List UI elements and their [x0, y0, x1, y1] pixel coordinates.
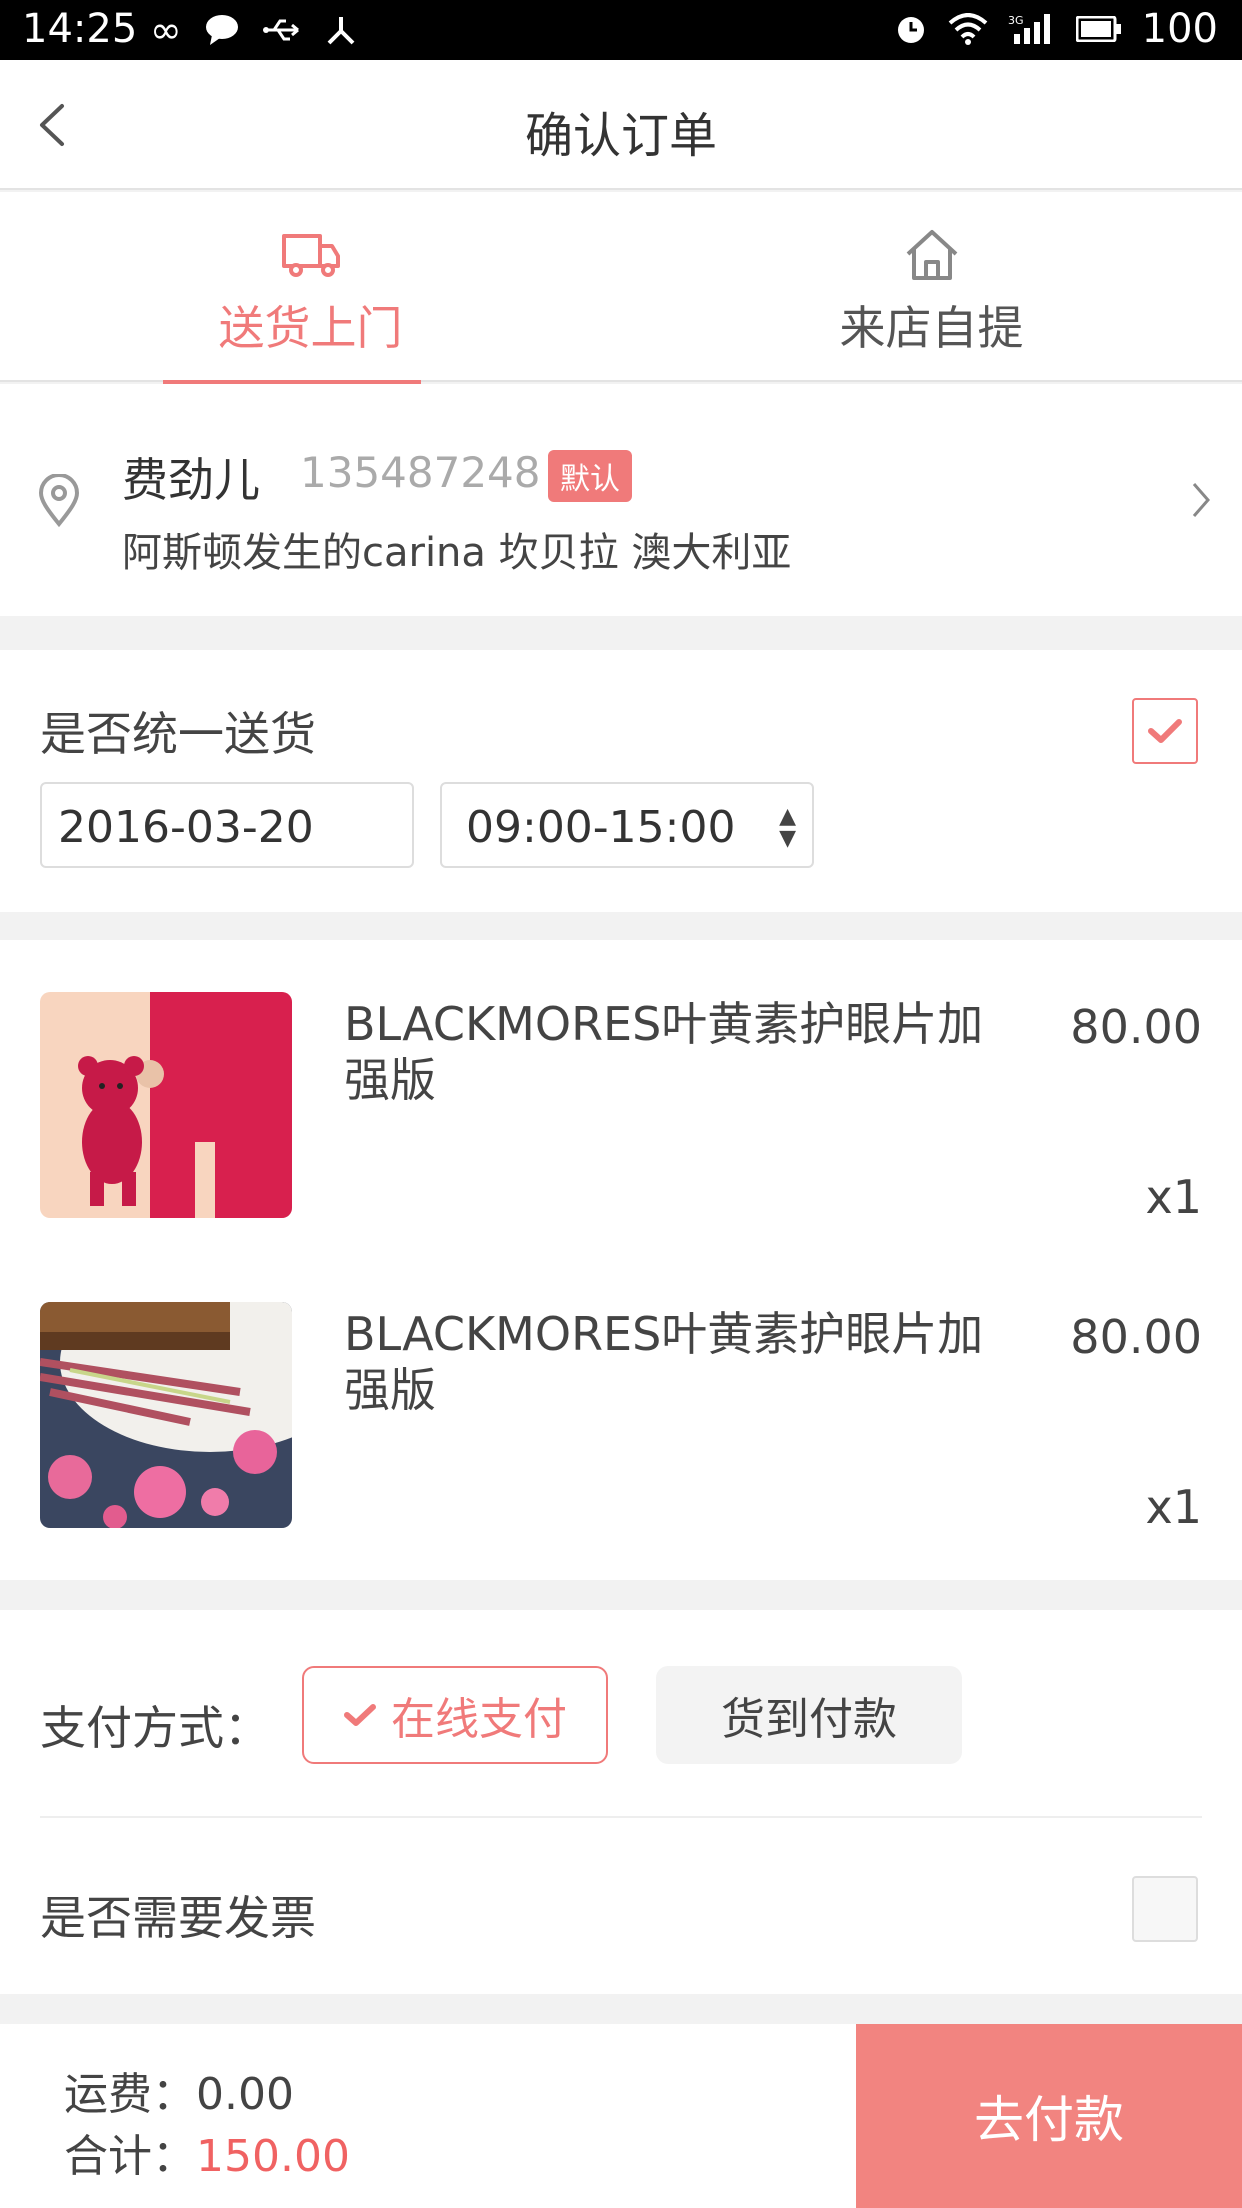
battery-level: 100: [1141, 6, 1218, 52]
checkout-footer: 运费：0.00 合计：150.00 去付款: [0, 2024, 1242, 2208]
location-pin-icon: [38, 474, 80, 528]
divider: [40, 1816, 1202, 1818]
product-price: 80.00: [1070, 1000, 1202, 1054]
signal-3g-icon: 3G: [1008, 14, 1050, 44]
shipping-fee: 运费：0.00: [64, 2058, 294, 2122]
product-quantity: x1: [1145, 1480, 1203, 1534]
total-label: 合计：: [64, 2131, 196, 2182]
tab-label: 送货上门: [218, 301, 403, 355]
recipient-name: 费劲儿: [122, 453, 260, 507]
total-amount: 150.00: [196, 2131, 350, 2182]
chat-icon: [205, 15, 238, 45]
address-detail: 阿斯顿发生的carina 坎贝拉 澳大利亚: [122, 530, 792, 576]
product-quantity: x1: [1145, 1170, 1203, 1224]
chevron-right-icon: [1192, 483, 1210, 517]
online-payment-label: 在线支付: [391, 1694, 567, 1745]
product-image: [40, 992, 292, 1218]
home-icon: [906, 230, 957, 280]
online-payment-button[interactable]: 在线支付: [302, 1666, 608, 1764]
check-icon: [1148, 719, 1182, 743]
product-list: BLACKMORES叶黄素护眼片加强版 80.00 x1 BLACKMORES叶…: [0, 940, 1242, 1580]
product-name: BLACKMORES叶黄素护眼片加强版: [344, 997, 984, 1107]
product-name: BLACKMORES叶黄素护眼片加强版: [344, 1307, 984, 1417]
unified-delivery-label: 是否统一送货: [40, 707, 316, 761]
product-price: 80.00: [1070, 1310, 1202, 1364]
shipping-fee-value: 0.00: [196, 2069, 294, 2120]
check-icon: [344, 1704, 376, 1726]
tab-label: 来店自提: [839, 301, 1024, 355]
status-time: 14:25: [22, 6, 138, 52]
sort-arrows-icon: ▲ ▼: [779, 804, 796, 851]
delivery-time-value: 09:00-15:00: [466, 802, 736, 853]
status-bar: 14:25 ∞ 3G 100: [0, 0, 1242, 60]
shipping-fee-label: 运费：: [64, 2069, 196, 2120]
truck-icon: [281, 234, 340, 277]
tab-home-delivery[interactable]: 送货上门: [0, 192, 621, 384]
order-total: 合计：150.00: [64, 2120, 350, 2184]
default-badge: 默认: [548, 450, 632, 502]
tab-store-pickup[interactable]: 来店自提: [621, 192, 1242, 382]
infinity-icon: ∞: [150, 8, 182, 52]
delivery-date-field[interactable]: 2016-03-20: [40, 782, 414, 868]
invoice-checkbox[interactable]: [1132, 1876, 1198, 1942]
delivery-time-select[interactable]: 09:00-15:00 ▲ ▼: [440, 782, 814, 868]
list-item[interactable]: BLACKMORES叶黄素护眼片加强版 80.00 x1: [0, 1302, 1242, 1534]
battery-icon: [1075, 16, 1121, 42]
nav-bar: 确认订单: [0, 60, 1242, 190]
payment-section: 支付方式： 在线支付 货到付款 是否需要发票: [0, 1610, 1242, 1994]
invoice-label: 是否需要发票: [40, 1891, 316, 1945]
cash-on-delivery-button[interactable]: 货到付款: [656, 1666, 962, 1764]
unified-delivery-section: 是否统一送货 2016-03-20 09:00-15:00 ▲ ▼: [0, 650, 1242, 912]
delivery-method-tabs: 送货上门 来店自提: [0, 192, 1242, 384]
shipping-address[interactable]: 费劲儿 135487248 默认 阿斯顿发生的carina 坎贝拉 澳大利亚: [0, 384, 1242, 616]
pay-now-button[interactable]: 去付款: [856, 2024, 1242, 2208]
alarm-icon: [897, 17, 924, 43]
product-image: [40, 1302, 292, 1528]
wifi-icon: [948, 13, 987, 45]
svg-text:3G: 3G: [1008, 14, 1024, 27]
list-item[interactable]: BLACKMORES叶黄素护眼片加强版 80.00 x1: [0, 992, 1242, 1224]
unified-delivery-checkbox[interactable]: [1132, 698, 1198, 764]
share-icon: [327, 17, 355, 45]
recipient-phone: 135487248: [300, 448, 541, 497]
page-title: 确认订单: [524, 108, 717, 164]
payment-method-label: 支付方式：: [40, 1701, 270, 1755]
cod-label: 货到付款: [721, 1694, 897, 1745]
usb-icon: [262, 19, 299, 41]
